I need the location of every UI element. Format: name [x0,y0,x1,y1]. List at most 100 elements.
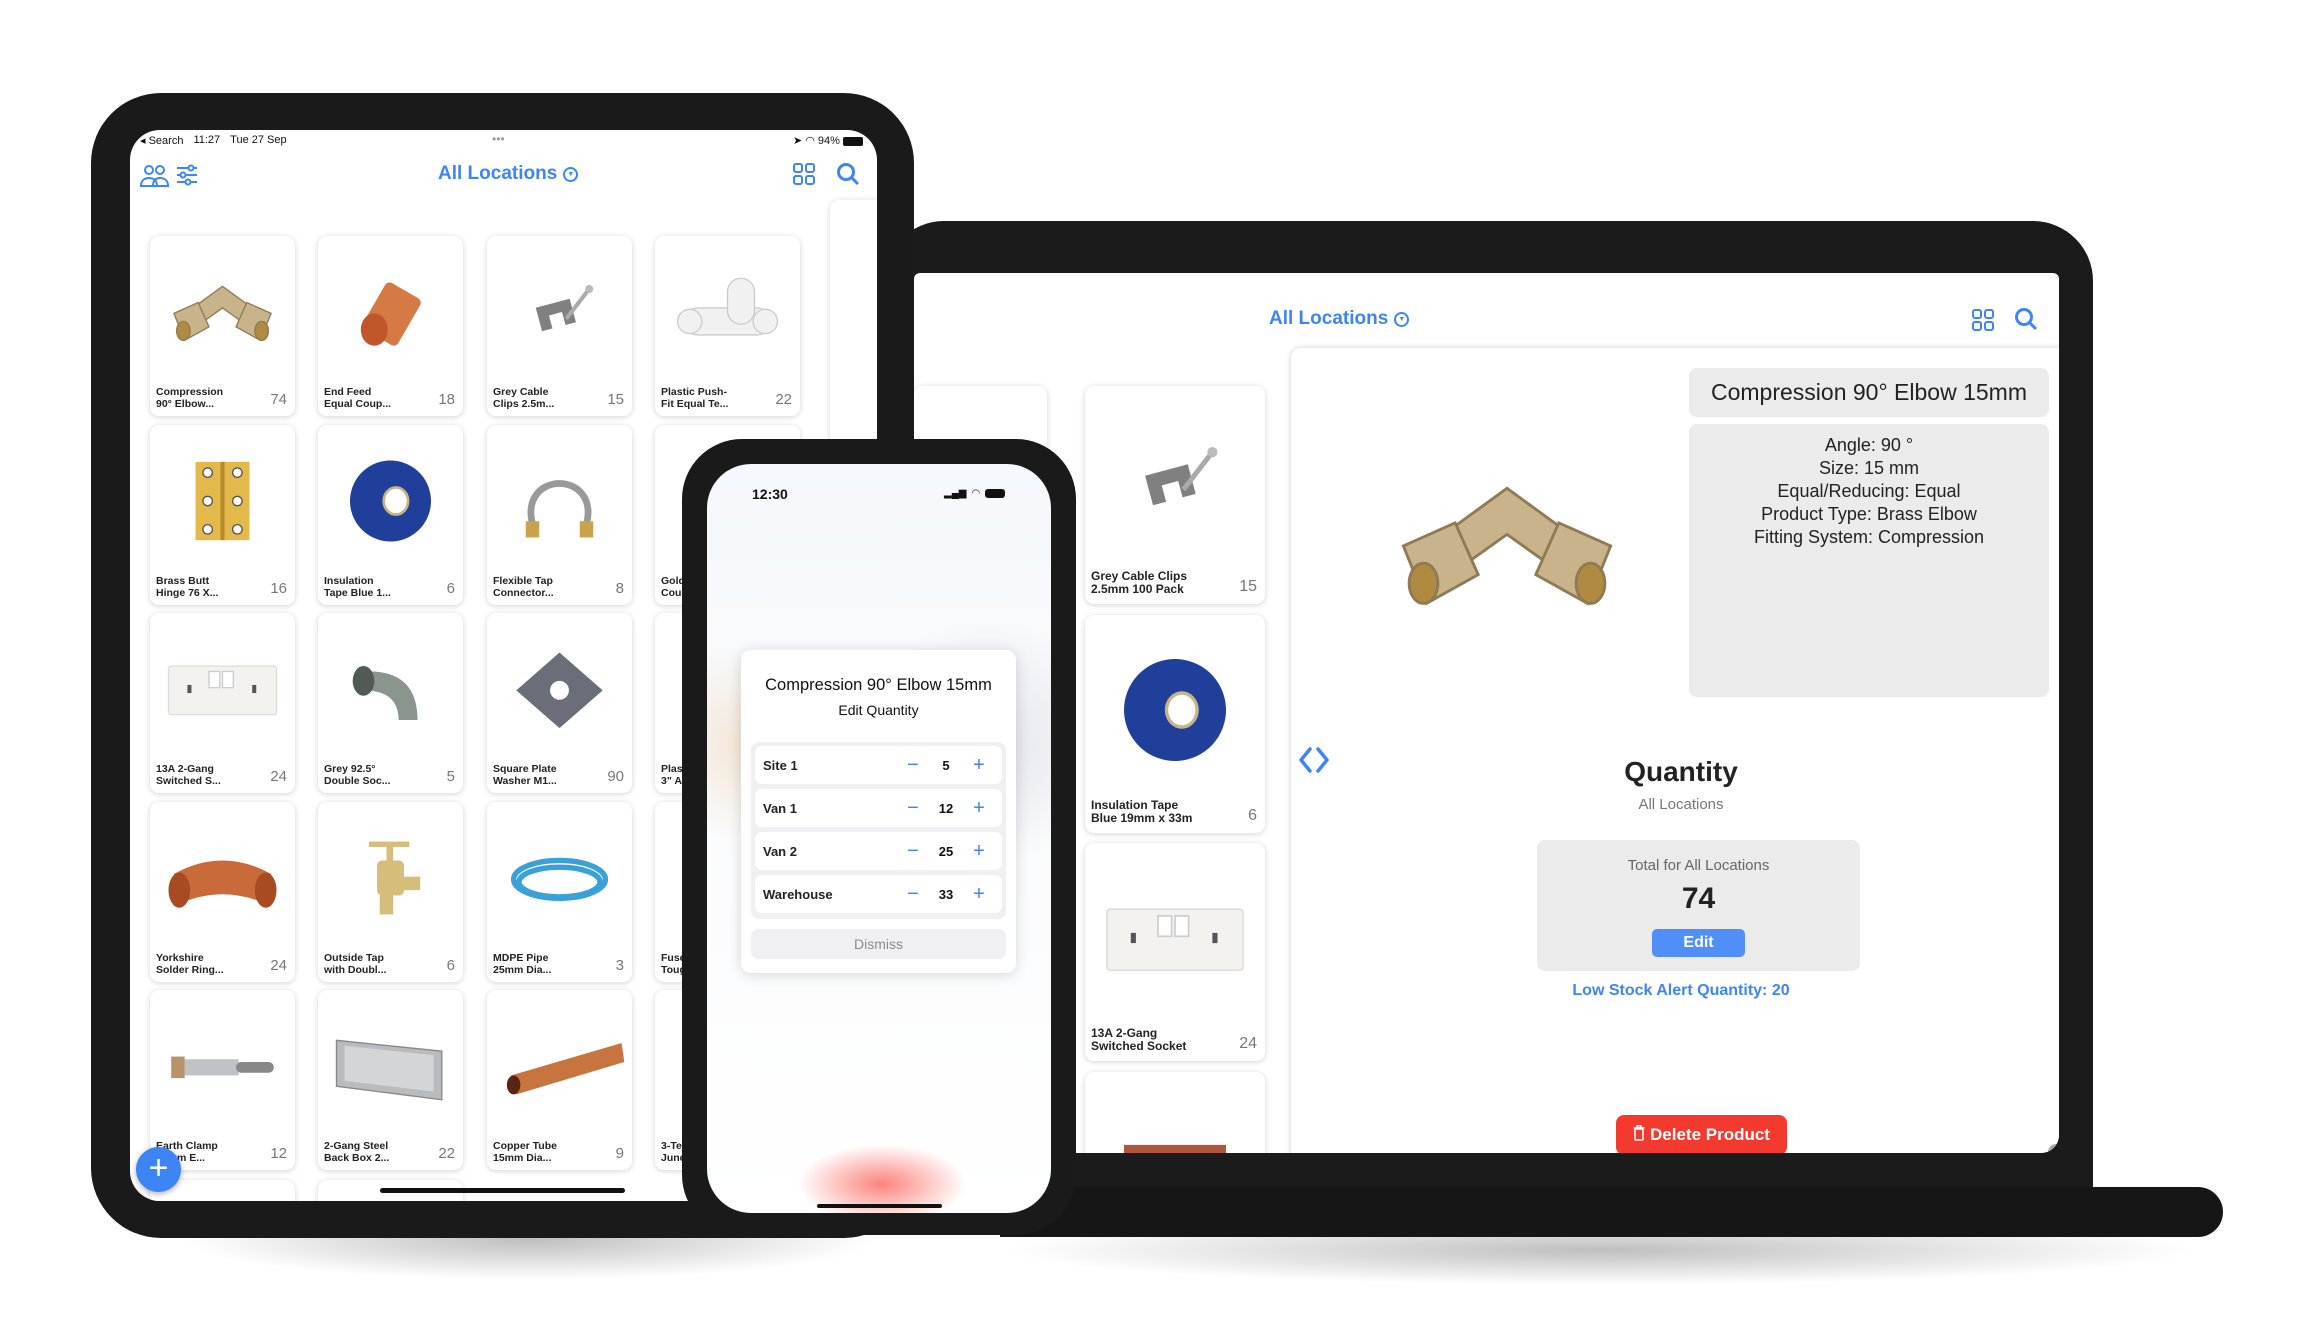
wifi-icon: ◠ [805,135,815,147]
background-blur-red [797,1144,967,1213]
quantity-value[interactable]: 33 [928,887,964,902]
increment-button[interactable]: + [964,841,994,861]
product-name: 13A 2-Gang Switched S... [156,763,221,787]
total-quantity-box: Total for All Locations 74 Edit [1537,840,1860,971]
increment-button[interactable]: + [964,884,994,904]
product-image [655,244,800,380]
decrement-button[interactable]: − [898,841,928,861]
product-quantity: 24 [270,957,287,974]
product-card[interactable]: End Feed Equal Coup... 18 [318,236,463,416]
product-card[interactable]: Grey Cable Clips 2.5m... 15 [487,236,632,416]
location-name: Site 1 [763,757,798,773]
edit-quantity-button[interactable]: Edit [1652,929,1745,957]
product-card[interactable]: Grey Cable Clips 2.5mm 100 Pack 15 [1085,386,1265,604]
location-name: Van 1 [763,800,797,816]
grid-icon[interactable] [793,163,815,190]
quantity-value[interactable]: 12 [928,801,964,816]
product-name: Grey Cable Clips 2.5mm 100 Pack [1091,569,1188,596]
search-icon[interactable] [836,162,860,191]
product-card[interactable]: Earth Clamp 12mm E... 12 [150,990,295,1170]
product-card[interactable]: Plastic Push- Fit Equal Te... 22 [655,236,800,416]
home-indicator [817,1204,942,1208]
battery-icon [985,489,1006,498]
product-image [150,433,295,569]
search-icon[interactable] [2014,307,2038,336]
product-card[interactable]: Square Plate Washer M1... 90 [487,613,632,793]
decrement-button[interactable]: − [898,884,928,904]
product-card[interactable]: Outside Tap with Doubl... 6 [318,802,463,982]
quantity-value[interactable]: 25 [928,844,964,859]
filter-sliders-icon[interactable] [176,164,198,191]
info-icon[interactable]: i [2048,1144,2059,1153]
product-card[interactable]: Grey 92.5° Double Soc... 5 [318,613,463,793]
product-image [150,998,295,1134]
product-card[interactable]: 13A 2-Gang Switched S... 24 [150,613,295,793]
product-image [318,810,463,946]
product-card[interactable]: MDPE Pipe 25mm Dia... 3 [487,802,632,982]
status-date: Tue 27 Sep [230,134,287,146]
laptop-screen: All Locations ▼ Grey Cable Clips 2.5mm 1… [914,273,2059,1153]
signal-icon: ▂▄▆ [944,488,967,499]
product-quantity: 90 [607,768,624,785]
product-image [487,621,632,757]
dismiss-button[interactable]: Dismiss [751,929,1006,959]
product-image [1085,623,1265,797]
increment-button[interactable]: + [964,798,994,818]
attribute-product-type: Product Type: Brass Elbow [1761,504,1977,524]
product-image [487,810,632,946]
delete-product-button[interactable]: Delete Product [1616,1115,1787,1153]
grid-icon[interactable] [1972,309,1994,336]
product-quantity: 22 [438,1145,455,1162]
product-image [150,621,295,757]
product-card[interactable]: 13A 2-Gang Switched Socket 24 [1085,843,1265,1061]
multitasking-dots-icon[interactable]: ••• [492,132,505,146]
product-name: Grey 92.5° Double Soc... [324,763,391,787]
attribute-fitting-system: Fitting System: Compression [1753,527,1985,547]
product-name: Yorkshire Solder Ring... [156,952,224,976]
total-label: Total for All Locations [1627,857,1770,874]
location-name: Van 2 [763,843,797,859]
decrement-button[interactable]: − [898,798,928,818]
attribute-size: Size: 15 mm [1818,458,1920,478]
product-card[interactable]: Flexible Tap Connector... 8 [487,425,632,605]
status-time: 12:30 [752,486,788,502]
attribute-equal-reducing: Equal/Reducing: Equal [1777,481,1961,501]
product-quantity: 5 [446,768,455,785]
product-title: Compression 90° Elbow 15mm [1689,368,2049,417]
increment-button[interactable]: + [964,755,994,775]
status-time: 11:27 [193,134,221,146]
product-card[interactable]: Insulation Tape Blue 19mm x 33m 6 [1085,615,1265,833]
attribute-angle: Angle: 90 ° [1824,435,1914,455]
product-quantity: 15 [1239,578,1257,595]
product-image [318,244,463,380]
laptop-base [1000,1187,2223,1237]
product-name: Compression 90° Elbow... [156,386,224,410]
product-card[interactable]: 2-Gang Steel Back Box 2... 22 [318,990,463,1170]
location-name: Warehouse [763,886,833,902]
location-filter[interactable]: All Locations ▼ [438,163,579,185]
low-stock-alert-link[interactable]: Low Stock Alert Quantity: 20 [1291,982,2059,1000]
quantity-value[interactable]: 5 [928,758,964,773]
back-to-search[interactable]: ◂ Search [140,134,183,147]
add-product-button[interactable]: + [136,1147,181,1192]
decrement-button[interactable]: − [898,755,928,775]
home-indicator [380,1188,625,1193]
product-card[interactable] [1085,1072,1265,1153]
product-card[interactable]: Brass Butt Hinge 76 X... 16 [150,425,295,605]
location-filter[interactable]: All Locations ▼ [1269,308,1410,330]
product-quantity: 9 [615,1145,624,1162]
product-card[interactable]: Compression 90° Elbow... 74 [150,236,295,416]
location-arrow-icon: ➤ [792,135,803,147]
product-image [487,433,632,569]
product-name: Brass Butt Hinge 76 X... [156,575,219,599]
product-name: Grey Cable Clips 2.5m... [493,386,555,410]
product-quantity: 24 [1239,1035,1257,1052]
product-card[interactable]: Copper Tube 15mm Dia... 9 [487,990,632,1170]
product-card[interactable]: Yorkshire Solder Ring... 24 [150,802,295,982]
product-detail-panel: Compression 90° Elbow 15mm Angle: 90 ° S… [1291,348,2059,1153]
trash-icon [1633,1124,1645,1146]
location-quantity-row: Van 2 − 25 + [755,832,1002,870]
battery-icon [843,136,863,146]
users-icon[interactable] [139,164,170,193]
product-card[interactable]: Insulation Tape Blue 1... 6 [318,425,463,605]
